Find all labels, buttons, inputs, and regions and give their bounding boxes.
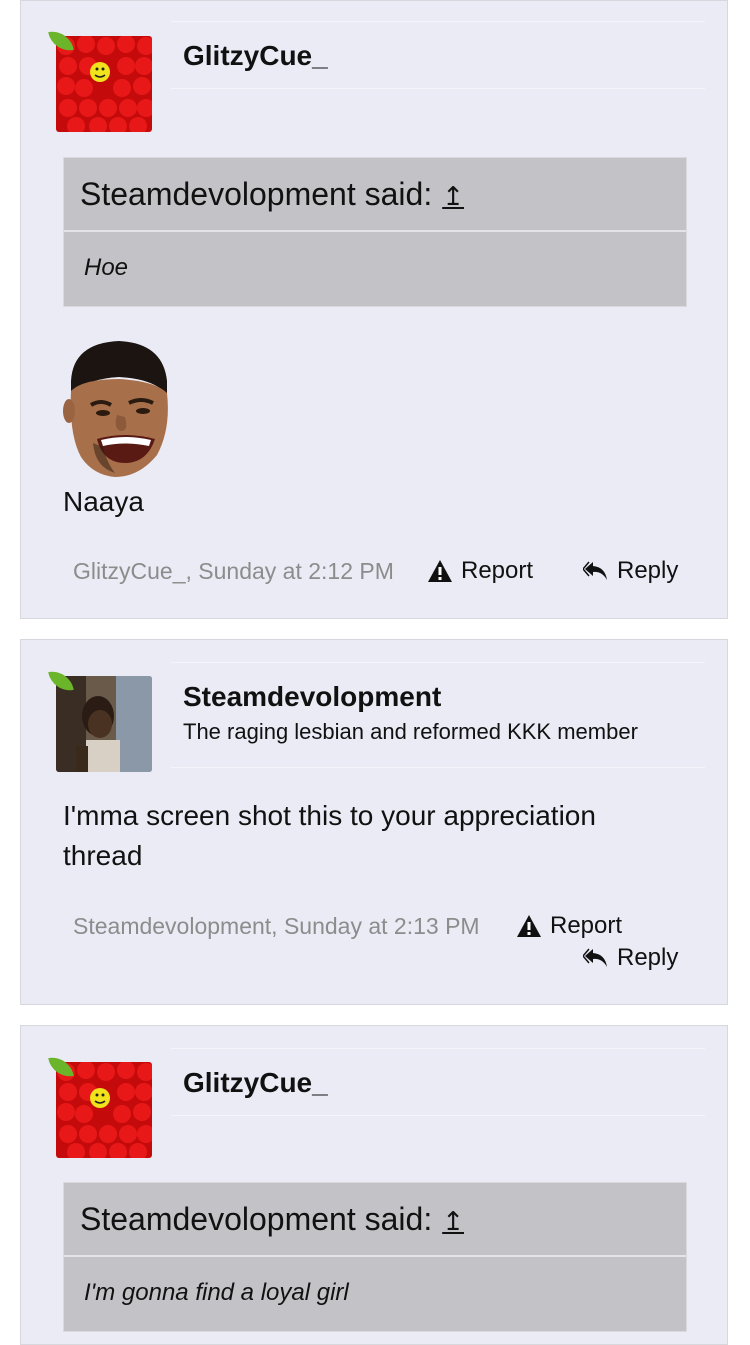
- quote-author: Steamdevolopment said:: [80, 1201, 433, 1237]
- report-button[interactable]: Report: [427, 557, 533, 585]
- avatar-image: [56, 676, 152, 772]
- jump-to-quote-icon[interactable]: ↥: [442, 1206, 464, 1236]
- quote-text: I'm gonna find a loyal girl: [84, 1279, 349, 1306]
- post-2: Steamdevolopment The raging lesbian and …: [20, 639, 728, 1005]
- avatar-image: [56, 1062, 152, 1158]
- report-label: Report: [461, 557, 534, 584]
- report-label: Report: [550, 912, 623, 939]
- user-info: GlitzyCue_: [171, 1048, 705, 1116]
- quote-author: Steamdevolopment said:: [80, 176, 433, 212]
- avatar-glitzycue[interactable]: [48, 28, 156, 136]
- post-meta[interactable]: Steamdevolopment, Sunday at 2:13 PM: [73, 913, 480, 940]
- quote-block: Steamdevolopment said: ↥ Hoe: [63, 157, 687, 307]
- reply-label: Reply: [617, 944, 679, 971]
- post-message: I'mma screen shot this to your appreciat…: [63, 796, 596, 876]
- reply-icon: [583, 948, 607, 967]
- post-message-line: I'mma screen shot this to your appreciat…: [63, 800, 596, 831]
- user-title: The raging lesbian and reformed KKK memb…: [183, 719, 638, 744]
- post-1: GlitzyCue_ Steamdevolopment said: ↥ Hoe N…: [20, 0, 728, 619]
- jump-to-quote-icon[interactable]: ↥: [442, 181, 464, 211]
- avatar-glitzycue[interactable]: [48, 1054, 156, 1162]
- reply-button[interactable]: Reply: [583, 557, 678, 585]
- post-message-line: thread: [63, 840, 143, 871]
- quote-header: Steamdevolopment said: ↥: [64, 158, 686, 232]
- reply-label: Reply: [617, 557, 679, 584]
- post-3: GlitzyCue_ Steamdevolopment said: ↥ I'm g…: [20, 1025, 728, 1345]
- avatar-steamdevolopment[interactable]: [48, 668, 156, 776]
- report-button[interactable]: Report: [516, 912, 622, 940]
- quote-block: Steamdevolopment said: ↥ I'm gonna find a…: [63, 1182, 687, 1332]
- username[interactable]: GlitzyCue_: [183, 1067, 705, 1099]
- user-info: Steamdevolopment The raging lesbian and …: [171, 662, 705, 768]
- post-message: Naaya: [63, 486, 144, 517]
- reply-icon: [583, 561, 607, 580]
- username[interactable]: Steamdevolopment: [183, 681, 705, 713]
- post-meta[interactable]: GlitzyCue_, Sunday at 2:12 PM: [73, 558, 394, 585]
- avatar-image: [56, 36, 152, 132]
- quote-text: Hoe: [84, 254, 129, 281]
- user-info: GlitzyCue_: [171, 21, 705, 89]
- quote-header: Steamdevolopment said: ↥: [64, 1183, 686, 1257]
- warning-icon: [428, 560, 452, 582]
- username[interactable]: GlitzyCue_: [183, 40, 705, 72]
- warning-icon: [517, 915, 541, 937]
- drake-face-image: [63, 339, 171, 479]
- reply-button[interactable]: Reply: [583, 944, 678, 972]
